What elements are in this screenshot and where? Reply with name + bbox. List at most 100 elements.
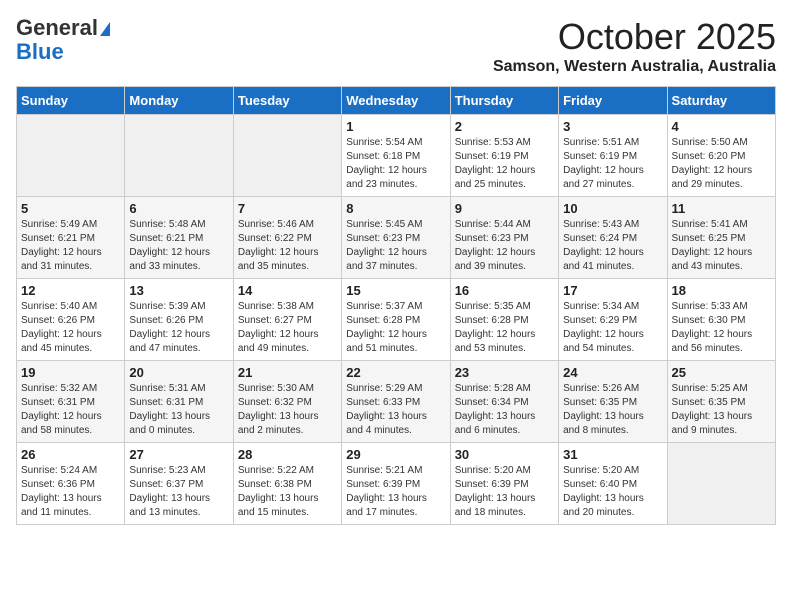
calendar-cell: 4 Sunrise: 5:50 AM Sunset: 6:20 PM Daylig…	[667, 115, 775, 197]
calendar-cell: 28 Sunrise: 5:22 AM Sunset: 6:38 PM Dayli…	[233, 443, 341, 525]
day-number: 17	[563, 283, 662, 298]
header-row: SundayMondayTuesdayWednesdayThursdayFrid…	[17, 87, 776, 115]
col-header-saturday: Saturday	[667, 87, 775, 115]
day-number: 11	[672, 201, 771, 216]
day-number: 26	[21, 447, 120, 462]
calendar-cell: 24Sunrise: 5:26 AM Sunset: 6:35 PM Dayli…	[559, 361, 667, 443]
day-number: 1	[346, 119, 445, 134]
logo-blue-text: Blue	[16, 40, 64, 64]
day-number: 19	[21, 365, 120, 380]
calendar-cell: 10Sunrise: 5:43 AM Sunset: 6:24 PM Dayli…	[559, 197, 667, 279]
day-number: 30	[455, 447, 554, 462]
cell-info: Sunrise: 5:44 AM Sunset: 6:23 PM Dayligh…	[455, 218, 554, 274]
cell-info: Sunrise: 5:41 AM Sunset: 6:25 PM Dayligh…	[672, 218, 771, 274]
calendar-cell: 22Sunrise: 5:29 AM Sunset: 6:33 PM Dayli…	[342, 361, 450, 443]
cell-info: Sunrise: 5:39 AM Sunset: 6:26 PM Dayligh…	[129, 300, 228, 356]
calendar-cell: 8Sunrise: 5:45 AM Sunset: 6:23 PM Daylig…	[342, 197, 450, 279]
calendar-cell: 16 Sunrise: 5:35 AM Sunset: 6:28 PM Dayli…	[450, 279, 558, 361]
calendar-cell: 19 Sunrise: 5:32 AM Sunset: 6:31 PM Dayli…	[17, 361, 125, 443]
cell-info: Sunrise: 5:33 AM Sunset: 6:30 PM Dayligh…	[672, 300, 771, 356]
cell-info: Sunrise: 5:46 AM Sunset: 6:22 PM Dayligh…	[238, 218, 337, 274]
cell-info: Sunrise: 5:45 AM Sunset: 6:23 PM Dayligh…	[346, 218, 445, 274]
logo-general-text: General	[16, 15, 98, 40]
day-number: 2	[455, 119, 554, 134]
location-title: Samson, Western Australia, Australia	[493, 58, 776, 76]
col-header-tuesday: Tuesday	[233, 87, 341, 115]
cell-info: Sunrise: 5:51 AM Sunset: 6:19 PM Dayligh…	[563, 136, 662, 192]
calendar-cell: 14 Sunrise: 5:38 AM Sunset: 6:27 PM Dayli…	[233, 279, 341, 361]
day-number: 5	[21, 201, 120, 216]
cell-info: Sunrise: 5:24 AM Sunset: 6:36 PM Dayligh…	[21, 464, 120, 520]
cell-info: Sunrise: 5:54 AM Sunset: 6:18 PM Dayligh…	[346, 136, 445, 192]
day-number: 15	[346, 283, 445, 298]
week-row-3: 12 Sunrise: 5:40 AM Sunset: 6:26 PM Dayli…	[17, 279, 776, 361]
week-row-5: 26 Sunrise: 5:24 AM Sunset: 6:36 PM Dayli…	[17, 443, 776, 525]
col-header-wednesday: Wednesday	[342, 87, 450, 115]
calendar-cell	[233, 115, 341, 197]
calendar-cell: 17 Sunrise: 5:34 AM Sunset: 6:29 PM Dayli…	[559, 279, 667, 361]
week-row-4: 19 Sunrise: 5:32 AM Sunset: 6:31 PM Dayli…	[17, 361, 776, 443]
calendar-cell: 9 Sunrise: 5:44 AM Sunset: 6:23 PM Daylig…	[450, 197, 558, 279]
cell-info: Sunrise: 5:20 AM Sunset: 6:39 PM Dayligh…	[455, 464, 554, 520]
col-header-thursday: Thursday	[450, 87, 558, 115]
calendar-cell: 30 Sunrise: 5:20 AM Sunset: 6:39 PM Dayli…	[450, 443, 558, 525]
week-row-1: 1 Sunrise: 5:54 AM Sunset: 6:18 PM Daylig…	[17, 115, 776, 197]
day-number: 9	[455, 201, 554, 216]
cell-info: Sunrise: 5:26 AM Sunset: 6:35 PM Dayligh…	[563, 382, 662, 438]
cell-info: Sunrise: 5:35 AM Sunset: 6:28 PM Dayligh…	[455, 300, 554, 356]
cell-info: Sunrise: 5:29 AM Sunset: 6:33 PM Dayligh…	[346, 382, 445, 438]
day-number: 16	[455, 283, 554, 298]
calendar-cell: 27 Sunrise: 5:23 AM Sunset: 6:37 PM Dayli…	[125, 443, 233, 525]
day-number: 21	[238, 365, 337, 380]
day-number: 13	[129, 283, 228, 298]
calendar-cell: 3Sunrise: 5:51 AM Sunset: 6:19 PM Daylig…	[559, 115, 667, 197]
cell-info: Sunrise: 5:37 AM Sunset: 6:28 PM Dayligh…	[346, 300, 445, 356]
calendar-cell: 7 Sunrise: 5:46 AM Sunset: 6:22 PM Daylig…	[233, 197, 341, 279]
calendar-cell: 31 Sunrise: 5:20 AM Sunset: 6:40 PM Dayli…	[559, 443, 667, 525]
cell-info: Sunrise: 5:32 AM Sunset: 6:31 PM Dayligh…	[21, 382, 120, 438]
cell-info: Sunrise: 5:20 AM Sunset: 6:40 PM Dayligh…	[563, 464, 662, 520]
day-number: 31	[563, 447, 662, 462]
calendar-table: SundayMondayTuesdayWednesdayThursdayFrid…	[16, 86, 776, 525]
calendar-cell: 2 Sunrise: 5:53 AM Sunset: 6:19 PM Daylig…	[450, 115, 558, 197]
day-number: 10	[563, 201, 662, 216]
cell-info: Sunrise: 5:49 AM Sunset: 6:21 PM Dayligh…	[21, 218, 120, 274]
cell-info: Sunrise: 5:21 AM Sunset: 6:39 PM Dayligh…	[346, 464, 445, 520]
day-number: 20	[129, 365, 228, 380]
day-number: 28	[238, 447, 337, 462]
calendar-cell: 13 Sunrise: 5:39 AM Sunset: 6:26 PM Dayli…	[125, 279, 233, 361]
calendar-cell: 12 Sunrise: 5:40 AM Sunset: 6:26 PM Dayli…	[17, 279, 125, 361]
calendar-cell: 15 Sunrise: 5:37 AM Sunset: 6:28 PM Dayli…	[342, 279, 450, 361]
day-number: 23	[455, 365, 554, 380]
cell-info: Sunrise: 5:34 AM Sunset: 6:29 PM Dayligh…	[563, 300, 662, 356]
cell-info: Sunrise: 5:25 AM Sunset: 6:35 PM Dayligh…	[672, 382, 771, 438]
week-row-2: 5 Sunrise: 5:49 AM Sunset: 6:21 PM Daylig…	[17, 197, 776, 279]
cell-info: Sunrise: 5:53 AM Sunset: 6:19 PM Dayligh…	[455, 136, 554, 192]
calendar-cell: 20 Sunrise: 5:31 AM Sunset: 6:31 PM Dayli…	[125, 361, 233, 443]
cell-info: Sunrise: 5:31 AM Sunset: 6:31 PM Dayligh…	[129, 382, 228, 438]
cell-info: Sunrise: 5:40 AM Sunset: 6:26 PM Dayligh…	[21, 300, 120, 356]
cell-info: Sunrise: 5:38 AM Sunset: 6:27 PM Dayligh…	[238, 300, 337, 356]
calendar-cell: 1 Sunrise: 5:54 AM Sunset: 6:18 PM Daylig…	[342, 115, 450, 197]
day-number: 12	[21, 283, 120, 298]
calendar-cell: 21 Sunrise: 5:30 AM Sunset: 6:32 PM Dayli…	[233, 361, 341, 443]
day-number: 18	[672, 283, 771, 298]
calendar-cell: 5 Sunrise: 5:49 AM Sunset: 6:21 PM Daylig…	[17, 197, 125, 279]
col-header-sunday: Sunday	[17, 87, 125, 115]
col-header-monday: Monday	[125, 87, 233, 115]
calendar-cell: 25 Sunrise: 5:25 AM Sunset: 6:35 PM Dayli…	[667, 361, 775, 443]
day-number: 14	[238, 283, 337, 298]
cell-info: Sunrise: 5:23 AM Sunset: 6:37 PM Dayligh…	[129, 464, 228, 520]
cell-info: Sunrise: 5:30 AM Sunset: 6:32 PM Dayligh…	[238, 382, 337, 438]
cell-info: Sunrise: 5:50 AM Sunset: 6:20 PM Dayligh…	[672, 136, 771, 192]
day-number: 7	[238, 201, 337, 216]
calendar-cell: 26 Sunrise: 5:24 AM Sunset: 6:36 PM Dayli…	[17, 443, 125, 525]
calendar-cell	[667, 443, 775, 525]
day-number: 25	[672, 365, 771, 380]
cell-info: Sunrise: 5:22 AM Sunset: 6:38 PM Dayligh…	[238, 464, 337, 520]
logo-triangle-icon	[100, 22, 110, 36]
cell-info: Sunrise: 5:48 AM Sunset: 6:21 PM Dayligh…	[129, 218, 228, 274]
day-number: 27	[129, 447, 228, 462]
day-number: 4	[672, 119, 771, 134]
col-header-friday: Friday	[559, 87, 667, 115]
